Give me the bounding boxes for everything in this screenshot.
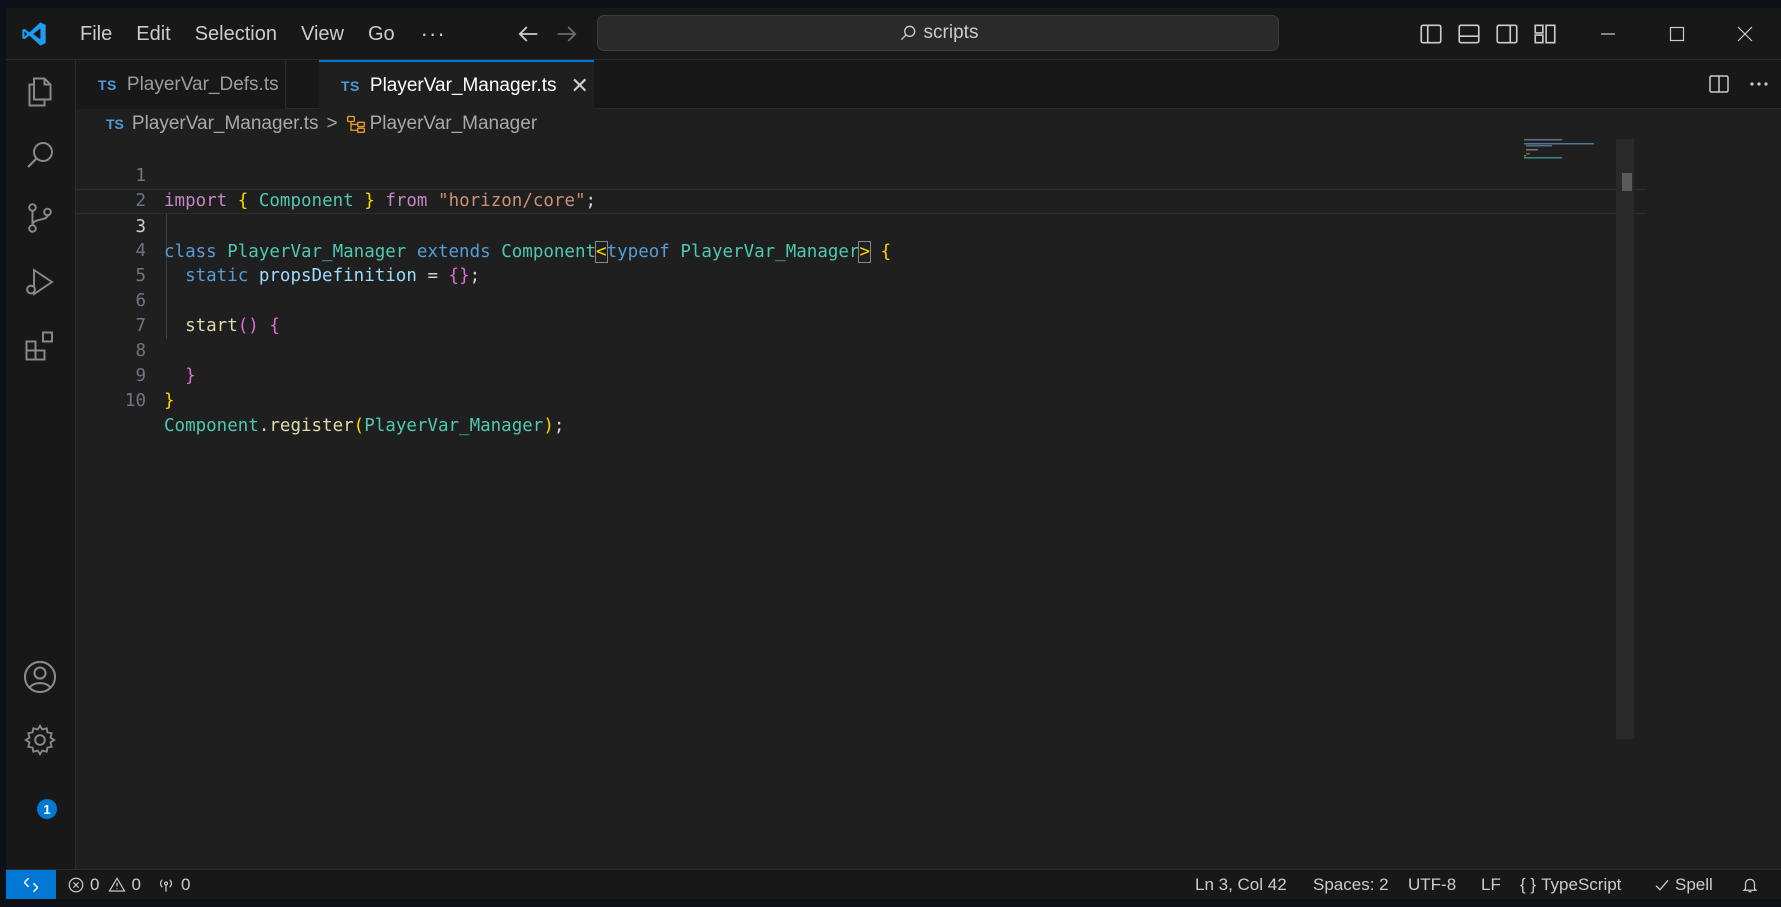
extensions-icon[interactable]	[20, 326, 60, 366]
code-line: 2	[76, 164, 1646, 211]
editor-tab-bar: TS PlayerVar_Defs.ts TS PlayerVar_Manage…	[76, 60, 1781, 110]
breadcrumb-separator: >	[326, 113, 338, 134]
error-count: 0	[90, 875, 100, 894]
tab-label: PlayerVar_Manager.ts	[369, 75, 557, 96]
tab-playervar-manager[interactable]: TS PlayerVar_Manager.ts ✕	[319, 60, 594, 110]
line-content: Component.register(PlayerVar_Manager);	[164, 416, 565, 436]
activity-bar: 1	[6, 60, 76, 869]
code-line: 6 start() {	[76, 264, 1646, 336]
warning-count: 0	[131, 875, 141, 894]
language-mode[interactable]: { } TypeScript	[1520, 870, 1621, 899]
menu-file[interactable]: File	[68, 8, 124, 60]
warning-icon	[108, 877, 127, 892]
settings-update-badge: 1	[37, 799, 57, 819]
vscode-window: File Edit Selection View Go ··· scripts	[6, 8, 1781, 899]
code-line: 10 Component.register(PlayerVar_Manager)…	[76, 364, 1646, 436]
code-line: 5	[76, 239, 1646, 286]
search-icon[interactable]	[20, 135, 60, 175]
cursor-position[interactable]: Ln 3, Col 42	[1195, 870, 1287, 899]
vscode-logo-icon	[22, 22, 46, 46]
code-line: 9 }	[76, 339, 1646, 411]
indentation-setting[interactable]: Spaces: 2	[1313, 870, 1389, 899]
split-editor-icon[interactable]	[1707, 72, 1731, 96]
code-line: 7	[76, 289, 1646, 336]
typescript-file-icon: TS	[98, 76, 117, 93]
search-icon	[900, 25, 915, 41]
forward-arrow-icon[interactable]	[553, 20, 581, 48]
typescript-file-icon: TS	[341, 78, 360, 94]
back-arrow-icon[interactable]	[514, 20, 542, 48]
code-line-current: 3 class PlayerVar_Manager extends Compon…	[76, 189, 1646, 263]
tab-label: PlayerVar_Defs.ts	[126, 73, 279, 95]
menu-go[interactable]: Go	[356, 8, 407, 60]
code-editor[interactable]: 1 import { Component } from "horizon/cor…	[76, 139, 1781, 869]
settings-gear-icon[interactable]	[20, 720, 60, 760]
line-content: }	[164, 391, 175, 411]
close-window-button[interactable]	[1711, 8, 1779, 60]
error-icon	[68, 877, 84, 893]
breadcrumb: TS PlayerVar_Manager.ts > PlayerVar_Mana…	[106, 109, 537, 139]
remote-icon	[23, 877, 39, 893]
vertical-scrollbar[interactable]	[1616, 139, 1634, 739]
menu-edit[interactable]: Edit	[124, 8, 182, 60]
menu-selection[interactable]: Selection	[183, 8, 289, 60]
class-symbol-icon	[346, 115, 365, 133]
minimize-icon	[1601, 33, 1615, 35]
spell-label: Spell	[1675, 875, 1713, 894]
code-line: 4 static propsDefinition = {};	[76, 214, 1646, 286]
command-center-text: scripts	[923, 22, 979, 43]
editor-actions	[1707, 72, 1771, 96]
typescript-file-icon: TS	[106, 116, 124, 132]
toggle-primary-sidebar-icon[interactable]	[1418, 21, 1444, 47]
toggle-secondary-sidebar-icon[interactable]	[1494, 21, 1520, 47]
maximize-icon	[1669, 26, 1685, 42]
ports-indicator[interactable]: 0	[156, 870, 190, 899]
more-actions-icon[interactable]	[1747, 72, 1771, 96]
source-control-icon[interactable]	[20, 198, 60, 238]
braces-icon: { }	[1520, 875, 1537, 894]
eol-setting[interactable]: LF	[1481, 870, 1501, 899]
scrollbar-thumb[interactable]	[1622, 173, 1632, 191]
code-line: 8 }	[76, 314, 1646, 386]
broadcast-icon	[159, 879, 173, 892]
command-center-search[interactable]: scripts	[597, 15, 1279, 51]
problems-indicator[interactable]: 0 0	[67, 870, 141, 899]
language-label: TypeScript	[1541, 875, 1622, 894]
close-icon	[1737, 26, 1753, 42]
line-number: 10	[124, 391, 146, 411]
title-bar: File Edit Selection View Go ··· scripts	[6, 8, 1781, 60]
maximize-button[interactable]	[1643, 8, 1711, 60]
check-icon	[1655, 879, 1669, 891]
customize-layout-icon[interactable]	[1532, 21, 1558, 47]
status-bar: 0 0 0 Ln 3, Col 42 Spaces: 2 UTF-8 LF { …	[6, 869, 1781, 899]
minimap[interactable]	[1516, 139, 1616, 179]
tab-close-icon[interactable]: ✕	[570, 73, 588, 99]
code-line: 1 import { Component } from "horizon/cor…	[76, 139, 1646, 211]
bell-icon	[1742, 878, 1758, 893]
menu-more-button[interactable]: ···	[407, 21, 460, 47]
tab-playervar-defs[interactable]: TS PlayerVar_Defs.ts	[76, 60, 286, 109]
run-debug-icon[interactable]	[20, 262, 60, 302]
ports-count: 0	[181, 875, 191, 894]
minimize-button[interactable]	[1574, 8, 1642, 60]
remote-indicator[interactable]	[6, 870, 56, 899]
menu-bar: File Edit Selection View Go ···	[68, 8, 460, 60]
spell-check-indicator[interactable]: Spell	[1654, 870, 1713, 899]
menu-view[interactable]: View	[289, 8, 356, 60]
files-icon[interactable]	[20, 72, 60, 112]
breadcrumb-symbol[interactable]: PlayerVar_Manager	[370, 113, 538, 135]
notifications-button[interactable]	[1741, 870, 1759, 899]
encoding-setting[interactable]: UTF-8	[1408, 870, 1456, 899]
toggle-panel-icon[interactable]	[1456, 21, 1482, 47]
account-icon[interactable]	[20, 657, 60, 697]
breadcrumb-file[interactable]: PlayerVar_Manager.ts	[132, 113, 319, 135]
